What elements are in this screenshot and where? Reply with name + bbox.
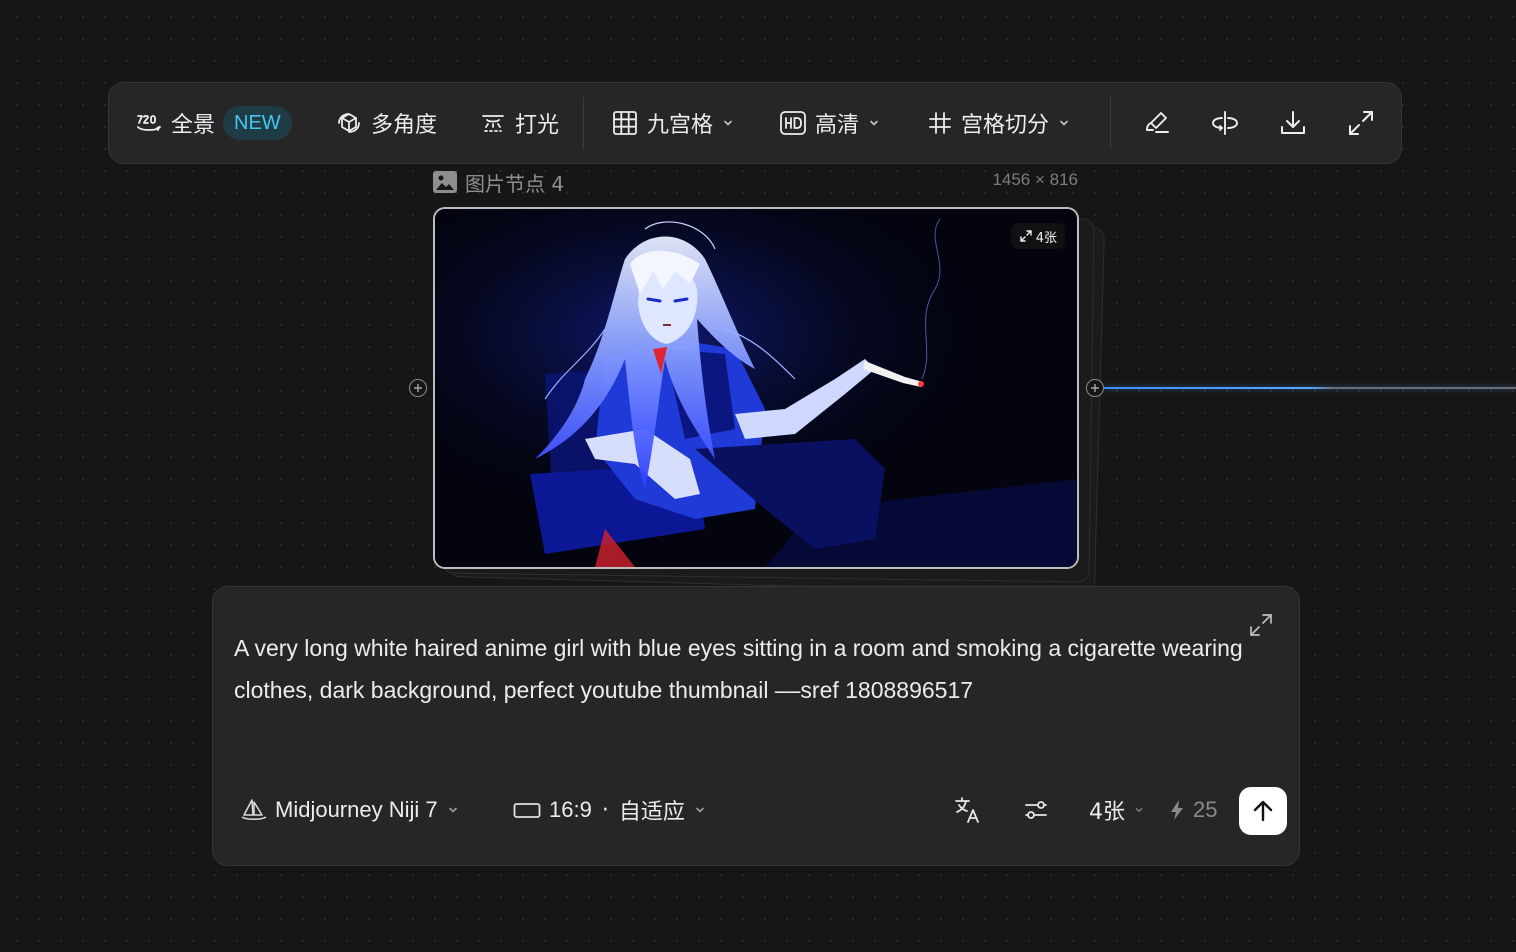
lighting-icon (482, 115, 504, 132)
chevron-down-icon (1135, 808, 1143, 813)
download-button[interactable] (1273, 103, 1313, 143)
arrow-up-icon (1253, 800, 1273, 822)
plus-icon (1091, 384, 1099, 392)
node-title[interactable]: 图片节点 4 (433, 168, 564, 196)
expand-icon (1020, 230, 1032, 242)
sliders-icon (1025, 801, 1047, 819)
rotate-3d-icon (338, 113, 360, 133)
expand-icon (1349, 111, 1373, 135)
chevron-down-icon (1060, 120, 1068, 126)
flip-rotate-button[interactable] (1205, 103, 1245, 143)
ratio-mode-label: 自适应 (618, 800, 685, 825)
hd-label: 高清 (815, 113, 860, 138)
output-connect-handle[interactable] (1086, 379, 1104, 397)
image-dimensions: 1456 × 816 (992, 170, 1078, 189)
new-badge: NEW (223, 106, 292, 140)
hd-button[interactable]: 高清 (779, 83, 881, 163)
multi-angle-label: 多角度 (371, 113, 438, 138)
lighting-label: 打光 (515, 113, 560, 138)
download-icon (1281, 111, 1305, 134)
node-title-label: 图片节点 4 (465, 171, 565, 196)
count-label: 4张 (1089, 800, 1125, 825)
settings-sliders-button[interactable] (1023, 787, 1049, 833)
generate-send-button[interactable] (1239, 787, 1287, 835)
panorama-button[interactable]: 全景 NEW (135, 83, 292, 163)
input-connect-handle[interactable] (409, 379, 427, 397)
toolbar-divider (583, 97, 584, 149)
image-count-badge[interactable]: 4张 (1010, 223, 1065, 249)
prompt-panel: A very long white haired anime girl with… (212, 586, 1300, 866)
connection-line[interactable] (1104, 387, 1516, 389)
ratio-separator: · (601, 797, 609, 823)
panorama-label: 全景 (171, 113, 216, 138)
sailboat-icon (241, 799, 267, 820)
lighting-button[interactable]: 打光 (479, 83, 559, 163)
panorama-720-icon (137, 114, 161, 131)
chevron-down-icon (724, 120, 732, 126)
grid-icon (613, 111, 637, 135)
multi-angle-button[interactable]: 多角度 (335, 83, 437, 163)
hd-icon (780, 111, 806, 135)
model-selector[interactable]: Midjourney Niji 7 (241, 787, 460, 833)
hash-split-icon (929, 112, 951, 134)
grid-nine-button[interactable]: 九宫格 (611, 83, 735, 163)
image-count-label: 4张 (1035, 230, 1057, 246)
chevron-down-icon (870, 120, 878, 126)
chevron-down-icon (696, 807, 704, 813)
anime-girl-artwork (435, 209, 1077, 567)
model-label: Midjourney Niji 7 (275, 797, 438, 822)
grid-label: 九宫格 (647, 113, 714, 138)
generated-image[interactable]: 4张 (433, 207, 1079, 569)
image-toolbar: 全景 NEW 多角度 打光 九宫格 高清 宫格切分 (108, 82, 1402, 164)
credits-cost: 25 (1169, 787, 1217, 833)
expand-prompt-button[interactable] (1245, 609, 1277, 641)
flip-rotate-icon (1212, 111, 1238, 135)
eraser-brush-icon (1146, 112, 1169, 133)
image-count-selector[interactable]: 4张 (1089, 787, 1145, 833)
fullscreen-button[interactable] (1341, 103, 1381, 143)
lightning-icon (1171, 800, 1183, 820)
image-icon (433, 171, 457, 193)
chevron-down-icon (448, 807, 457, 813)
aspect-ratio-icon (513, 803, 541, 818)
plus-icon (414, 384, 422, 392)
aspect-ratio-label: 16:9 (549, 797, 592, 822)
credits-label: 25 (1193, 797, 1218, 822)
translate-icon (955, 797, 979, 823)
toolbar-divider (1110, 97, 1111, 149)
grid-split-button[interactable]: 宫格切分 (927, 83, 1071, 163)
prompt-textarea[interactable]: A very long white haired anime girl with… (234, 627, 1264, 711)
translate-button[interactable] (953, 787, 983, 833)
expand-icon (1250, 614, 1272, 636)
grid-split-label: 宫格切分 (961, 113, 1050, 138)
aspect-ratio-selector[interactable]: 16:9 · 自适应 (513, 787, 707, 833)
eraser-brush-button[interactable] (1137, 103, 1177, 143)
